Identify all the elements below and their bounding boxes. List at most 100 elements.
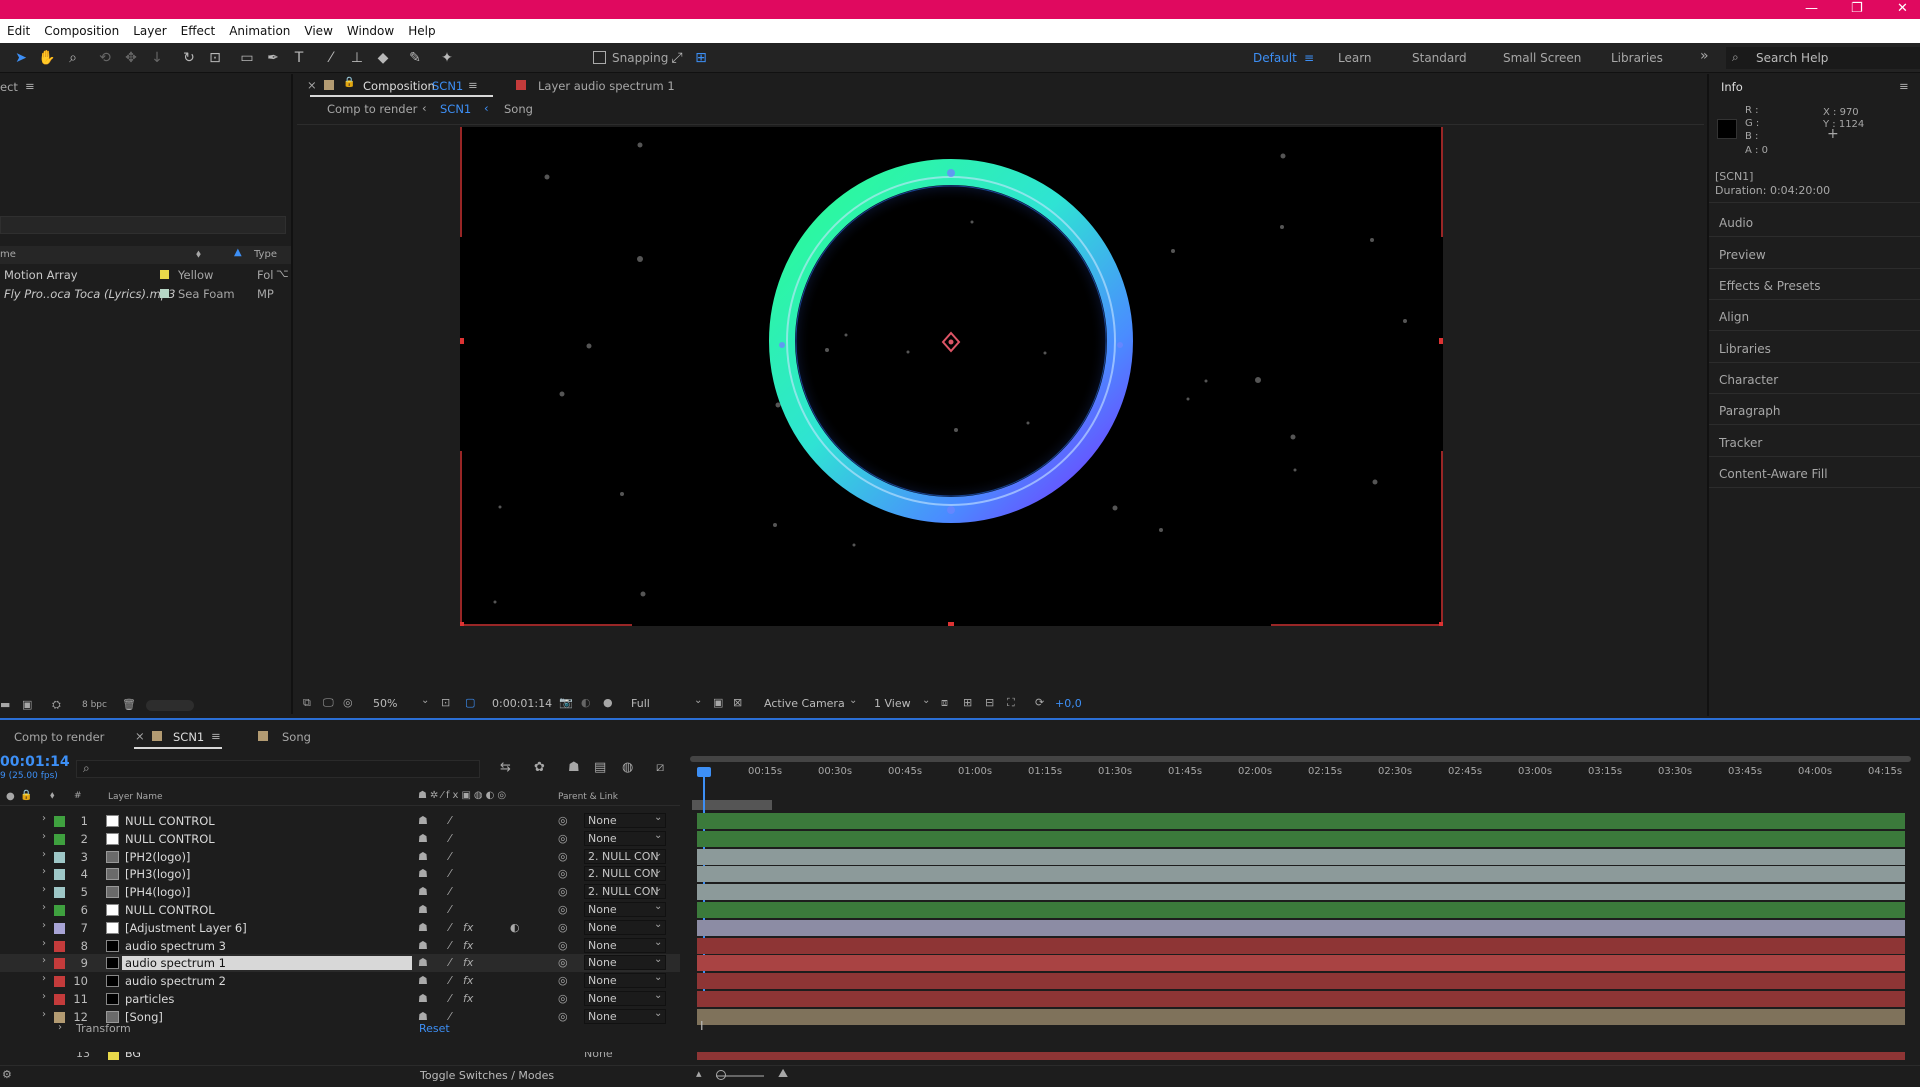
graph-editor-icon[interactable]: ⧄ [656,760,664,775]
chevron-right-icon[interactable]: › [42,955,46,966]
color-channel-icon[interactable]: ● [603,696,613,709]
sort-ascending-icon[interactable]: ▲ [234,247,242,258]
layer-label-swatch[interactable] [54,887,65,899]
chevron-right-icon[interactable]: › [42,849,46,860]
project-menu-icon[interactable]: ≡ [25,79,35,93]
transform-reset-link[interactable]: Reset [419,1022,450,1035]
layer-label-swatch[interactable] [54,922,65,934]
transparency-grid-icon[interactable]: ⊠ [733,696,742,709]
snapshot-icon[interactable]: 📷 [559,696,573,709]
workspace-standard[interactable]: Standard [1412,51,1467,65]
breadcrumb-song[interactable]: Song [504,102,533,116]
layer-label-swatch[interactable] [54,994,65,1005]
brush-tool-icon[interactable]: ⁄ [322,49,340,67]
chevron-right-icon[interactable]: › [58,1022,62,1033]
layer-label-swatch[interactable] [54,816,65,827]
chevron-right-icon[interactable]: › [42,938,46,949]
chevron-right-icon[interactable]: › [42,902,46,913]
parent-dropdown[interactable]: None [584,1052,613,1060]
pick-whip-icon[interactable]: ◎ [558,832,568,845]
lock-icon[interactable]: 🔒 [20,790,32,801]
panel-preview[interactable]: Preview [1719,248,1766,262]
label-column-icon[interactable]: ⬧ [50,790,55,801]
layer-bar[interactable] [697,866,1905,883]
zoom-dropdown[interactable]: 50% [373,697,397,710]
layer-name[interactable]: [PH2(logo)] [125,850,190,864]
quality-switch-icon[interactable]: ⁄ [449,992,451,1005]
layer-name[interactable]: audio spectrum 3 [125,939,226,953]
project-item[interactable]: Motion Array Yellow Fol ⌥ [0,266,291,284]
breadcrumb-comp-to-render[interactable]: Comp to render [327,102,417,116]
type-tool-icon[interactable]: T [290,49,308,67]
lock-icon[interactable]: 🔒 [343,77,355,88]
panel-paragraph[interactable]: Paragraph [1719,404,1780,418]
layer-row[interactable]: 13 BG None [0,1052,1920,1060]
menu-composition[interactable]: Composition [37,24,126,38]
project-tab[interactable]: ect [0,80,18,94]
shy-switch-icon[interactable]: ☗ [418,992,428,1005]
pick-whip-icon[interactable]: ◎ [558,850,568,863]
quality-switch-icon[interactable]: ⁄ [449,832,451,845]
project-item[interactable]: Fly Pro..oca Toca (Lyrics).mp3 Sea Foam … [0,285,291,303]
panel-content-aware-fill[interactable]: Content-Aware Fill [1719,467,1828,481]
composition-tab[interactable]: Composition [363,79,435,93]
fx-switch-icon[interactable]: fx [463,974,473,987]
shy-switch-icon[interactable]: ☗ [418,903,428,916]
panel-character[interactable]: Character [1719,373,1778,387]
restore-button[interactable]: ❐ [1851,0,1863,19]
pick-whip-icon[interactable]: ◎ [558,921,568,934]
bit-depth-button[interactable]: 8 bpc [82,700,107,710]
layer-name[interactable]: NULL CONTROL [125,903,215,917]
layer-label-swatch[interactable] [54,833,65,845]
shy-layers-icon[interactable]: ☗ [568,760,580,775]
layer-label-swatch[interactable] [54,958,65,970]
panel-effects-presets[interactable]: Effects & Presets [1719,279,1820,293]
layer-row[interactable]: › 9 audio spectrum 1 ☗ ⁄ fx ◎ None ⌄ [0,954,680,973]
layer-row[interactable]: › 2 NULL CONTROL ☗ ⁄ ◎ None ⌄ [0,830,680,848]
zoom-out-icon[interactable]: ▴ [696,1067,702,1080]
frame-blending-icon[interactable]: ▤ [594,760,606,775]
quality-switch-icon[interactable]: ⁄ [449,850,451,863]
fast-previews-icon[interactable]: ⊞ [963,696,972,709]
transform-group[interactable]: Transform [76,1022,131,1035]
snapping-option-icon[interactable]: ⤢ [668,49,686,67]
pick-whip-icon[interactable]: ◎ [558,939,568,952]
zoom-in-icon[interactable]: ⛰ [778,1066,788,1081]
chevron-right-icon[interactable]: › [42,866,46,877]
close-tab-icon[interactable]: × [135,729,145,743]
shy-switch-icon[interactable]: ☗ [418,939,428,952]
pick-whip-icon[interactable]: ◎ [558,992,568,1005]
info-tab[interactable]: Info [1721,80,1743,94]
layer-name[interactable]: [PH4(logo)] [125,885,190,899]
layer-bar[interactable] [697,902,1905,918]
breadcrumb-scn1[interactable]: SCN1 [440,102,471,116]
quality-switch-icon[interactable]: ⁄ [449,956,451,969]
hand-tool-icon[interactable]: ✋ [38,49,56,67]
pan-tool-icon[interactable]: ✥ [122,49,140,67]
menu-layer[interactable]: Layer [126,24,173,38]
panel-audio[interactable]: Audio [1719,216,1753,230]
adjustment-layer-icon[interactable]: ◐ [510,921,520,934]
zoom-slider-thumb[interactable] [716,1070,726,1080]
layer-name[interactable]: audio spectrum 1 [122,956,412,971]
dolly-tool-icon[interactable]: ↓ [148,49,166,67]
layer-bar[interactable] [697,973,1905,990]
number-column-icon[interactable]: # [74,791,82,801]
layer-bar[interactable] [697,884,1905,901]
new-composition-icon[interactable]: ⛭ [52,698,61,712]
menu-animation[interactable]: Animation [222,24,297,38]
layer-bar[interactable] [697,937,1905,954]
menu-edit[interactable]: Edit [0,24,37,38]
exposure-value[interactable]: +0,0 [1055,697,1082,710]
panel-tracker[interactable]: Tracker [1719,436,1762,450]
puppet-pin-tool-icon[interactable]: ✦ [438,49,456,67]
region-icon[interactable]: 🖵 [323,696,334,710]
fx-switch-icon[interactable]: fx [463,956,473,969]
menu-view[interactable]: View [297,24,339,38]
quality-switch-icon[interactable]: ⁄ [449,867,451,880]
more-workspaces-icon[interactable]: » [1700,48,1709,64]
roto-brush-tool-icon[interactable]: ✎ [406,49,424,67]
layer-row[interactable]: › 6 NULL CONTROL ☗ ⁄ ◎ None ⌄ [0,901,680,919]
layer-bar[interactable] [697,848,1905,865]
view-layout-dropdown[interactable]: 1 View [874,697,911,710]
